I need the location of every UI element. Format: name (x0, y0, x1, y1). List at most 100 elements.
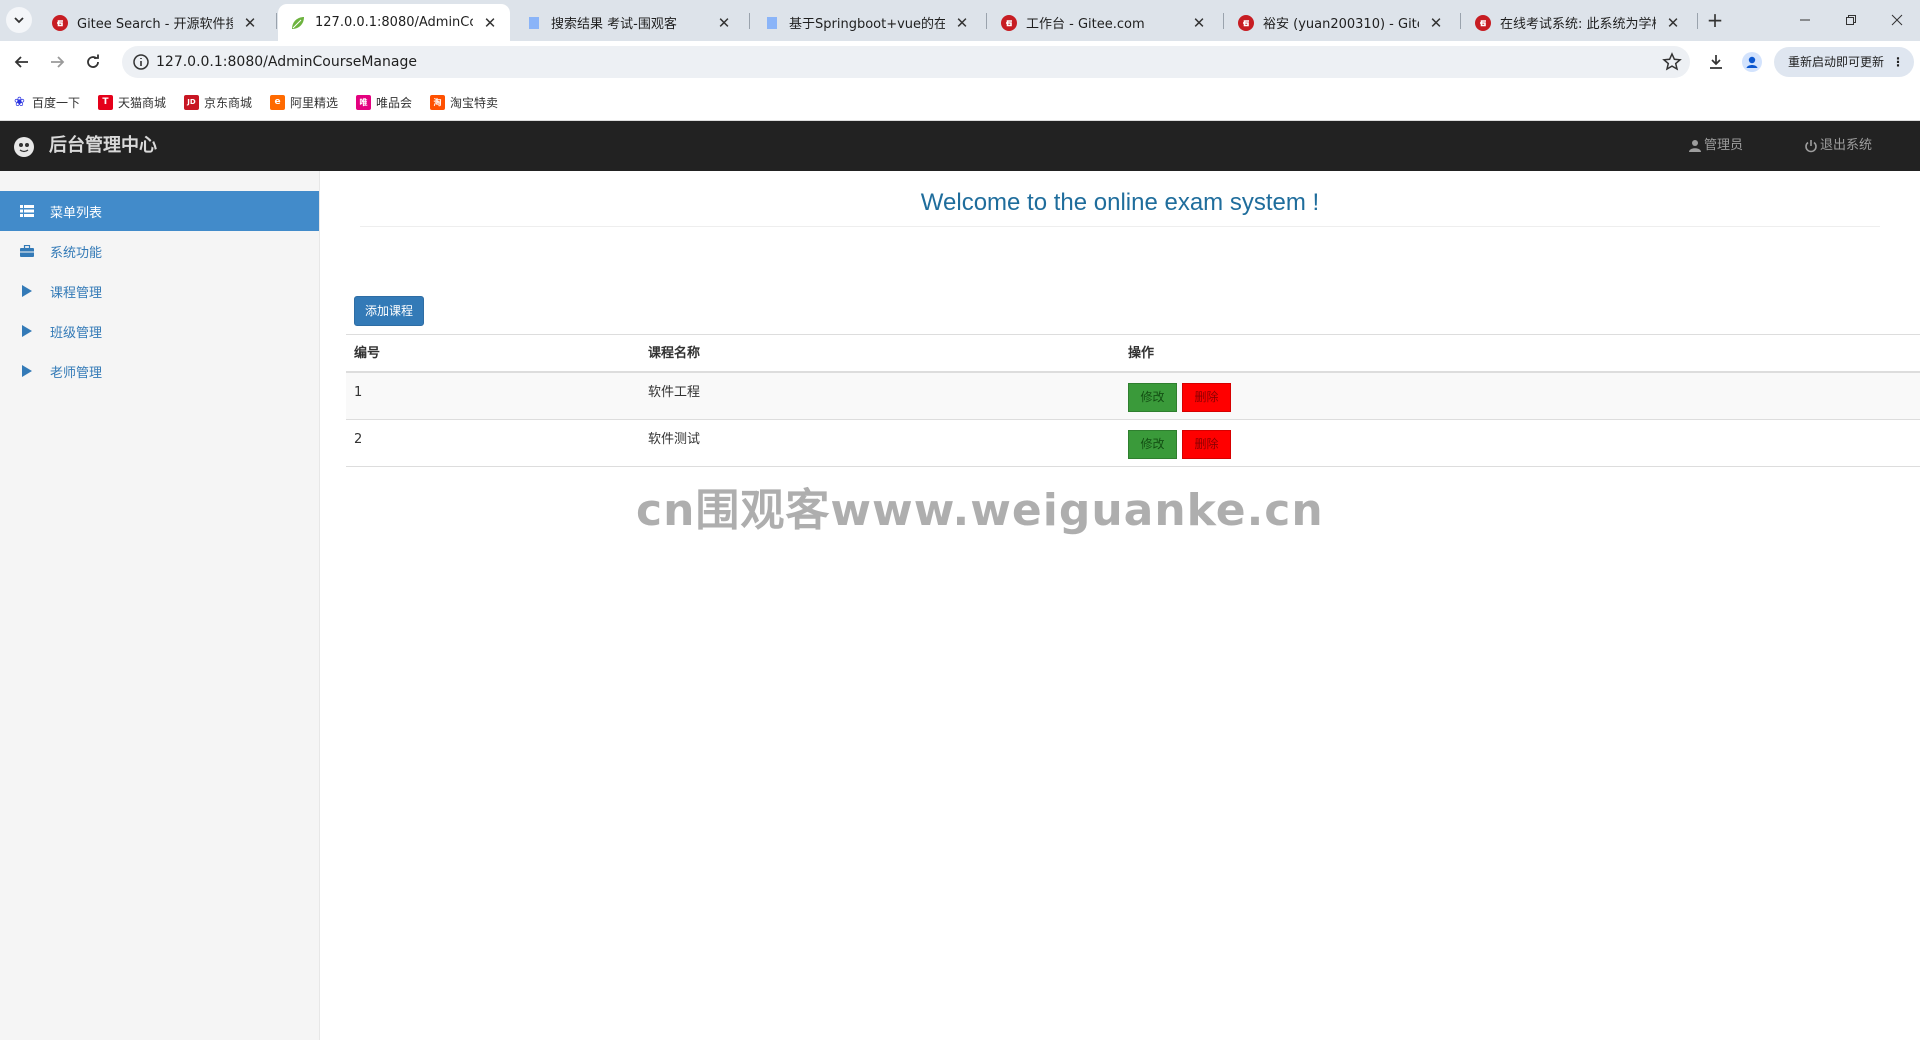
restore-icon (1846, 15, 1856, 25)
tab-label: 基于Springboot+vue的在线考 (789, 17, 945, 32)
browser-tab-search-results[interactable]: 搜索结果 考试-围观客 ✕ (514, 4, 744, 41)
bookmark-label: 唯品会 (376, 95, 413, 110)
reload-button[interactable] (80, 49, 106, 75)
new-tab-button[interactable]: + (1703, 9, 1727, 33)
bookmark-star-icon[interactable] (1662, 52, 1682, 72)
bookmark-baidu[interactable]: ❀ 百度一下 (12, 92, 80, 112)
edit-button[interactable]: 修改 (1128, 430, 1177, 459)
bookmark-tmall[interactable]: T 天猫商城 (98, 92, 166, 112)
add-course-button[interactable]: 添加课程 (354, 296, 424, 326)
tab-separator (749, 13, 750, 29)
cell-course-name: 软件工程 (648, 385, 701, 400)
taobao-icon: 淘 (430, 94, 445, 110)
bookmark-taobao[interactable]: 淘 淘宝特卖 (430, 92, 498, 112)
jd-icon: JD (184, 94, 199, 110)
sidebar-item-class-management[interactable]: 班级管理 (0, 311, 319, 351)
column-header-course-name: 课程名称 (648, 346, 701, 361)
sidebar-item-menu-list[interactable]: 菜单列表 (0, 191, 319, 231)
watermark-text: cn围观客www.weiguanke.cn (636, 485, 1324, 536)
browser-tab-gitee-profile[interactable]: 裕安 (yuan200310) - Gitee.co ✕ (1226, 4, 1456, 41)
sidebar-item-teacher-management[interactable]: 老师管理 (0, 351, 319, 391)
logout-label: 退出系统 (1820, 138, 1873, 153)
logout-link[interactable]: 退出系统 (1804, 121, 1872, 171)
tab-label: Gitee Search - 开源软件搜索 (77, 17, 233, 32)
forward-button[interactable] (44, 49, 70, 75)
browser-tab-gitee-search[interactable]: Gitee Search - 开源软件搜索 ✕ (40, 4, 270, 41)
tab-search-button[interactable] (6, 7, 32, 33)
baidu-icon: ❀ (12, 94, 27, 110)
browser-tab-gitee-workbench[interactable]: 工作台 - Gitee.com ✕ (989, 4, 1219, 41)
bookmark-label: 阿里精选 (290, 95, 339, 110)
site-info-icon[interactable] (132, 53, 150, 71)
edit-button[interactable]: 修改 (1128, 383, 1177, 412)
cell-course-name: 软件测试 (648, 432, 701, 447)
url-text[interactable]: 127.0.0.1:8080/AdminCourseManage (156, 46, 417, 78)
profile-avatar[interactable] (1742, 52, 1762, 72)
user-icon (1746, 56, 1758, 68)
bookmark-ali[interactable]: e 阿里精选 (270, 92, 338, 112)
sidebar-item-label: 班级管理 (50, 325, 103, 341)
bookmark-label: 百度一下 (32, 95, 81, 110)
minimize-button[interactable] (1790, 8, 1820, 32)
close-icon[interactable]: ✕ (242, 15, 258, 31)
more-vert-icon[interactable]: ⋮ (1892, 47, 1904, 77)
delete-button[interactable]: 删除 (1182, 430, 1231, 459)
gitee-icon (1238, 14, 1254, 31)
course-table: 编号 课程名称 操作 1 软件工程 修改 删除 2 软件测试 修改 删除 (346, 334, 1920, 467)
brand-logo-icon (14, 137, 34, 157)
sidebar-item-label: 课程管理 (50, 285, 103, 301)
table-row: 2 软件测试 修改 删除 (346, 420, 1920, 467)
close-icon (1891, 14, 1903, 26)
sidebar-item-system-functions[interactable]: 系统功能 (0, 231, 319, 271)
app-title[interactable]: 后台管理中心 (49, 121, 157, 171)
browser-tab-strip: Gitee Search - 开源软件搜索 ✕ 127.0.0.1:8080/A… (0, 0, 1920, 41)
close-icon[interactable]: ✕ (1191, 15, 1207, 31)
sidebar-item-course-management[interactable]: 课程管理 (0, 271, 319, 311)
table-row: 1 软件工程 修改 删除 (346, 373, 1920, 420)
arrow-right-icon (51, 56, 65, 68)
welcome-heading: Welcome to the online exam system ! (920, 189, 1320, 216)
tmall-icon: T (98, 94, 113, 110)
admin-link[interactable]: 管理员 (1688, 121, 1743, 171)
spring-leaf-icon (292, 16, 304, 29)
relaunch-update-button[interactable]: 重新启动即可更新 ⋮ (1774, 47, 1914, 77)
gitee-icon (52, 14, 68, 31)
sidebar-item-label: 菜单列表 (50, 205, 103, 221)
close-icon[interactable]: ✕ (716, 15, 732, 31)
arrow-left-icon (14, 56, 28, 68)
briefcase-icon (18, 243, 36, 259)
app-header: 后台管理中心 管理员 退出系统 (0, 121, 1920, 171)
bookmark-jd[interactable]: JD 京东商城 (184, 92, 252, 112)
play-icon (18, 323, 36, 339)
list-icon (18, 203, 36, 219)
sidebar-item-label: 老师管理 (50, 365, 103, 381)
tab-label: 工作台 - Gitee.com (1026, 17, 1145, 32)
main-content: Welcome to the online exam system ! 添加课程… (320, 171, 1920, 1040)
address-bar[interactable]: 127.0.0.1:8080/AdminCourseManage (122, 46, 1690, 78)
table-header-row: 编号 课程名称 操作 (346, 334, 1920, 373)
bookmark-label: 天猫商城 (118, 95, 167, 110)
browser-tab-exam-system[interactable]: 在线考试系统: 此系统为学校和 ✕ (1463, 4, 1693, 41)
close-icon[interactable]: ✕ (1665, 15, 1681, 31)
bookmark-label: 京东商城 (204, 95, 253, 110)
tab-separator (276, 13, 277, 29)
delete-button[interactable]: 删除 (1182, 383, 1231, 412)
tab-label: 127.0.0.1:8080/AdminCourse (315, 15, 473, 30)
close-icon[interactable]: ✕ (1428, 15, 1444, 31)
restore-button[interactable] (1836, 8, 1866, 32)
close-window-button[interactable] (1882, 8, 1912, 32)
chevron-down-icon (14, 17, 24, 24)
browser-tab-springboot-vue[interactable]: 基于Springboot+vue的在线考 ✕ (752, 4, 982, 41)
bookmark-vip[interactable]: 唯 唯品会 (356, 92, 412, 112)
back-button[interactable] (9, 49, 35, 75)
download-icon[interactable] (1706, 52, 1726, 72)
tab-separator (1460, 13, 1461, 29)
page-icon (529, 16, 539, 29)
minimize-icon (1800, 19, 1810, 21)
close-icon[interactable]: ✕ (482, 15, 498, 31)
page-icon (767, 16, 777, 29)
browser-tab-admin-course[interactable]: 127.0.0.1:8080/AdminCourse ✕ (278, 4, 510, 41)
close-icon[interactable]: ✕ (954, 15, 970, 31)
power-icon (1805, 140, 1817, 153)
gitee-icon (1475, 14, 1491, 31)
